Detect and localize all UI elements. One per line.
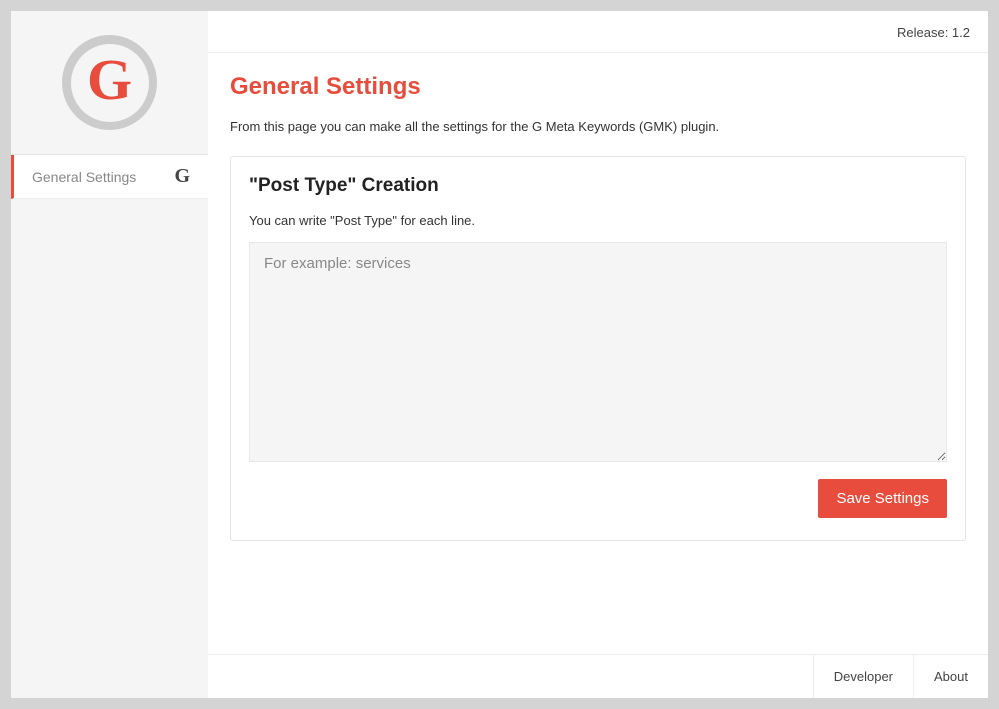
content-area: General Settings From this page you can … xyxy=(208,53,988,698)
footer-link-developer[interactable]: Developer xyxy=(813,655,913,698)
sidebar: G General Settings G xyxy=(11,11,208,698)
sidebar-item-label: General Settings xyxy=(32,169,136,185)
post-type-panel: "Post Type" Creation You can write "Post… xyxy=(230,156,966,541)
logo-area: G xyxy=(11,11,208,155)
top-bar: Release: 1.2 xyxy=(208,11,988,53)
g-letter-icon: G xyxy=(174,165,190,188)
logo-circle: G xyxy=(62,35,157,130)
logo-inner: G xyxy=(71,44,149,122)
save-settings-button[interactable]: Save Settings xyxy=(818,479,947,518)
logo-letter-icon: G xyxy=(87,51,132,115)
app-frame: G General Settings G Release: 1.2 Genera… xyxy=(11,11,988,698)
button-row: Save Settings xyxy=(249,479,947,518)
sidebar-item-general-settings[interactable]: General Settings G xyxy=(11,155,208,199)
footer-link-about[interactable]: About xyxy=(913,655,988,698)
post-type-textarea[interactable] xyxy=(249,242,947,462)
panel-title: "Post Type" Creation xyxy=(249,175,947,197)
release-label: Release: 1.2 xyxy=(897,25,970,40)
panel-description: You can write "Post Type" for each line. xyxy=(249,213,947,228)
main-content: Release: 1.2 General Settings From this … xyxy=(208,11,988,698)
page-description: From this page you can make all the sett… xyxy=(230,119,966,134)
footer: Developer About xyxy=(208,654,988,698)
page-title: General Settings xyxy=(230,73,966,101)
